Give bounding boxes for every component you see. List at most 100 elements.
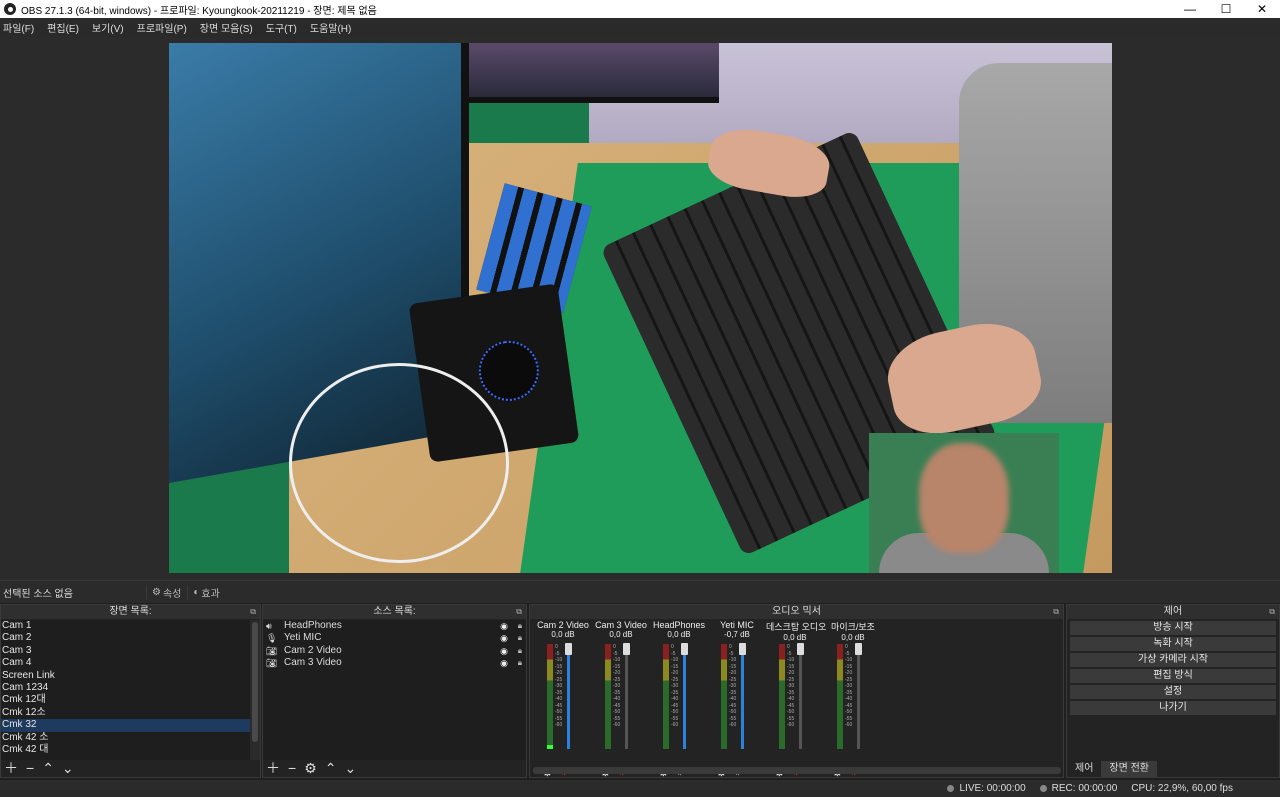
fader-handle[interactable] <box>855 643 862 655</box>
scenes-header: 장면 목록: ⧉ <box>1 605 260 619</box>
add-source-icon[interactable]: ＋ <box>266 758 280 778</box>
record-icon <box>1039 784 1047 792</box>
scene-item[interactable]: Cmk 12대 <box>1 694 250 706</box>
scene-item[interactable]: Cam 1 <box>1 620 250 632</box>
start-streaming-button[interactable]: 방송 시작 <box>1070 621 1276 635</box>
menu-file[interactable]: 파일(F) <box>3 20 34 35</box>
maximize-button[interactable]: ☐ <box>1208 0 1244 18</box>
camera-icon: 📷︎ <box>266 658 278 669</box>
visibility-eye-icon[interactable]: ◉ <box>500 657 508 669</box>
volume-meter <box>605 644 611 749</box>
fader-handle[interactable] <box>739 643 746 655</box>
undock-icon: ⧉ <box>516 607 522 616</box>
scene-item[interactable]: Cam 4 <box>1 657 250 669</box>
scenes-toolbar: ＋ − ⌃ ⌄ <box>1 759 74 777</box>
studio-mode-button[interactable]: 편집 방식 <box>1070 669 1276 683</box>
controls-tabs: 제어 장면 전환 <box>1067 761 1157 777</box>
scene-item[interactable]: Cmk 42 소 <box>1 732 250 744</box>
volume-fader[interactable] <box>797 643 804 749</box>
scene-item[interactable]: Cmk 42 대 <box>1 744 250 756</box>
visibility-eye-icon[interactable]: ◉ <box>500 645 508 657</box>
preview-area <box>0 37 1280 580</box>
menu-tools[interactable]: 도구(T) <box>266 20 297 35</box>
start-virtual-camera-button[interactable]: 가상 카메라 시작 <box>1070 653 1276 667</box>
scenes-dock: 장면 목록: ⧉ Cam 1 Cam 2 Cam 3 Cam 4 Screen L… <box>0 604 261 778</box>
channel-name: Yeti MIC <box>720 620 754 630</box>
lock-icon[interactable]: 🔒︎ <box>518 632 522 644</box>
lock-icon[interactable]: 🔒︎ <box>518 620 522 632</box>
controls-dock: 제어 ⧉ 방송 시작 녹화 시작 가상 카메라 시작 편집 방식 설정 나가기 제… <box>1066 604 1280 778</box>
volume-fader[interactable] <box>739 643 746 749</box>
menu-profile[interactable]: 프로파일(P) <box>137 20 187 35</box>
volume-meter <box>779 644 785 749</box>
menu-help[interactable]: 도움말(H) <box>310 20 351 35</box>
source-item[interactable]: 🎙︎ Yeti MIC ◉ 🔒︎ <box>263 632 526 644</box>
move-down-icon[interactable]: ⌄ <box>344 760 356 777</box>
undock-icon: ⧉ <box>1269 607 1275 616</box>
volume-fader[interactable] <box>565 643 572 749</box>
volume-fader[interactable] <box>855 643 862 749</box>
mixer-channel: 마이크/보조 0,0 dB 0 -5 -10 -15 -20 -25 -30 -35 -40 -45-… <box>824 620 882 779</box>
menu-scene-collection[interactable]: 장면 모음(S) <box>200 20 253 35</box>
exit-button[interactable]: 나가기 <box>1070 701 1276 715</box>
source-item[interactable]: 📷︎ Cam 2 Video ◉ 🔒︎ <box>263 645 526 657</box>
tab-scene-transitions[interactable]: 장면 전환 <box>1101 761 1157 777</box>
move-up-icon[interactable]: ⌃ <box>42 760 54 777</box>
scene-item[interactable]: Cam 3 <box>1 645 250 657</box>
tab-controls[interactable]: 제어 <box>1067 761 1101 777</box>
fader-handle[interactable] <box>797 643 804 655</box>
move-up-icon[interactable]: ⌃ <box>325 760 337 777</box>
scene-item[interactable]: Cam 2 <box>1 632 250 644</box>
camera-icon: 📷︎ <box>266 645 278 656</box>
visibility-eye-icon[interactable]: ◉ <box>500 620 508 632</box>
scenes-scrollbar[interactable] <box>250 620 260 760</box>
scene-item[interactable]: Cam 1234 <box>1 682 250 694</box>
fader-handle[interactable] <box>681 643 688 655</box>
controls-header: 제어 ⧉ <box>1067 605 1279 619</box>
menu-bar: 파일(F) 편집(E) 보기(V) 프로파일(P) 장면 모음(S) 도구(T)… <box>0 18 1280 37</box>
preview-cable <box>289 363 509 563</box>
undock-icon: ⧉ <box>1053 607 1059 616</box>
start-recording-button[interactable]: 녹화 시작 <box>1070 637 1276 651</box>
minimize-button[interactable]: — <box>1172 0 1208 18</box>
volume-meter <box>721 644 727 749</box>
remove-source-icon[interactable]: − <box>288 760 296 776</box>
menu-edit[interactable]: 편집(E) <box>47 20 79 35</box>
fader-handle[interactable] <box>623 643 630 655</box>
mixer-scrollbar[interactable] <box>533 767 1061 774</box>
scenes-list: Cam 1 Cam 2 Cam 3 Cam 4 Screen Link Cam … <box>1 620 250 760</box>
scene-item[interactable]: Cmk 12소 <box>1 707 250 719</box>
volume-fader[interactable] <box>681 643 688 749</box>
channel-db: 0,0 dB <box>609 630 633 639</box>
scene-item-selected[interactable]: Cmk 32 <box>1 719 250 732</box>
title-bar: OBS 27.1.3 (64-bit, windows) - 프로파일: Kyo… <box>0 0 1280 18</box>
undock-icon: ⧉ <box>250 607 256 616</box>
mixer-channel: 데스크탑 오디오 0,0 dB 0 -5 -10 -15 -20 -25 -30 -35 -40 -4… <box>766 620 827 779</box>
volume-meter <box>547 644 553 749</box>
close-button[interactable]: ✕ <box>1244 0 1280 18</box>
filters-button[interactable]: ◐ 효과 <box>187 584 220 600</box>
settings-button[interactable]: 설정 <box>1070 685 1276 699</box>
mixer-channel: Yeti MIC -0,7 dB 0 -5 -10 -15 -20 -25 -30 -35 -40-… <box>708 620 766 779</box>
move-down-icon[interactable]: ⌄ <box>62 760 74 777</box>
channel-name: HeadPhones <box>652 620 706 630</box>
source-item[interactable]: 📷︎ Cam 3 Video ◉ 🔒︎ <box>263 657 526 669</box>
channel-name: 데스크탑 오디오 <box>766 622 827 632</box>
program-preview[interactable] <box>169 43 1112 573</box>
mixer-channel: Cam 2 Video 0,0 dB 0 -5 -10 -15 -20 -25 -30 -35 -4… <box>534 620 592 779</box>
fader-handle[interactable] <box>565 643 572 655</box>
properties-button[interactable]: ⚙ 속성 <box>146 584 181 600</box>
lock-icon[interactable]: 🔒︎ <box>518 657 522 669</box>
remove-scene-icon[interactable]: − <box>26 760 34 776</box>
source-settings-gear-icon[interactable]: ⚙ <box>304 760 317 777</box>
volume-fader[interactable] <box>623 643 630 749</box>
volume-meter <box>663 644 669 749</box>
source-item[interactable]: 🔊︎ HeadPhones ◉ 🔒︎ <box>263 620 526 632</box>
lock-icon[interactable]: 🔒︎ <box>518 645 522 657</box>
menu-view[interactable]: 보기(V) <box>92 20 124 35</box>
add-scene-icon[interactable]: ＋ <box>4 758 18 778</box>
channel-db: -0,7 dB <box>724 630 750 639</box>
no-source-label: 선택된 소스 없음 <box>3 588 73 600</box>
scene-item[interactable]: Screen Link <box>1 670 250 682</box>
visibility-eye-icon[interactable]: ◉ <box>500 632 508 644</box>
